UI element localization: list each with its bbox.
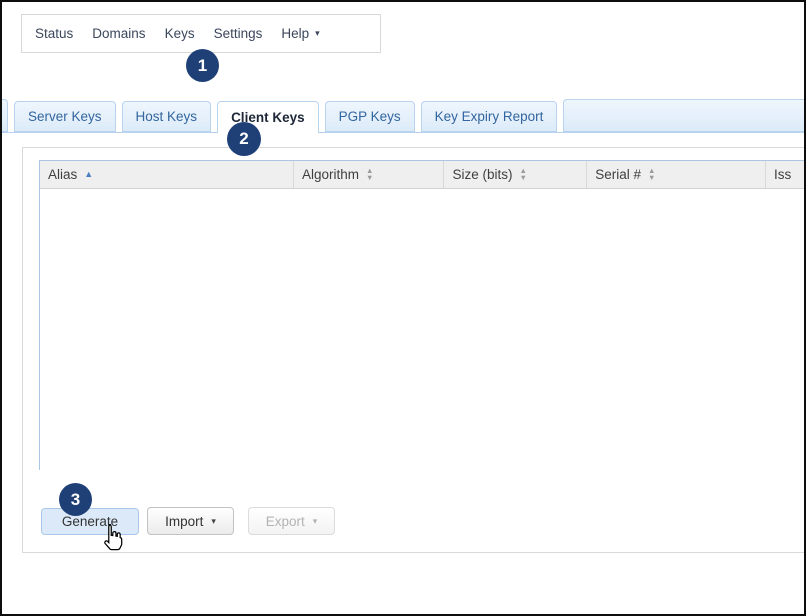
tab-label: Host Keys <box>136 109 198 124</box>
client-keys-table: Alias ▲ Algorithm ▲ ▼ Size (bits) ▲ ▼ <box>39 160 806 470</box>
column-header-serial[interactable]: Serial # ▲ ▼ <box>587 161 766 188</box>
table-header-row: Alias ▲ Algorithm ▲ ▼ Size (bits) ▲ ▼ <box>40 161 806 189</box>
import-button[interactable]: Import ▾ <box>147 507 234 535</box>
column-header-size-bits[interactable]: Size (bits) ▲ ▼ <box>444 161 587 188</box>
button-label: Import <box>165 514 203 529</box>
column-header-alias[interactable]: Alias ▲ <box>40 161 294 188</box>
tabbar-right-filler <box>563 99 804 132</box>
tab-server-keys[interactable]: Server Keys <box>14 101 116 132</box>
menu-item-label: Domains <box>92 26 145 41</box>
column-label: Alias <box>48 167 77 182</box>
main-menubar: Status Domains Keys Settings Help ▾ <box>21 14 381 53</box>
tabbar-left-filler <box>2 99 8 132</box>
menu-item-status[interactable]: Status <box>35 26 73 41</box>
column-label: Serial # <box>595 167 641 182</box>
sort-both-icon: ▲ ▼ <box>648 168 655 181</box>
menu-item-domains[interactable]: Domains <box>92 26 145 41</box>
step-badge-2: 2 <box>227 122 261 156</box>
tab-label: Key Expiry Report <box>435 109 544 124</box>
menu-item-settings[interactable]: Settings <box>214 26 263 41</box>
sort-both-icon: ▲ ▼ <box>520 168 527 181</box>
tab-key-expiry-report[interactable]: Key Expiry Report <box>421 101 558 132</box>
tab-label: PGP Keys <box>339 109 401 124</box>
menu-item-keys[interactable]: Keys <box>165 26 195 41</box>
column-label: Iss <box>774 167 791 182</box>
menu-item-label: Status <box>35 26 73 41</box>
table-body-empty <box>40 189 806 470</box>
menu-item-help[interactable]: Help ▾ <box>281 26 319 41</box>
app-window: Status Domains Keys Settings Help ▾ 1 Se… <box>0 0 806 616</box>
sort-ascending-icon: ▲ <box>84 170 93 179</box>
tab-pgp-keys[interactable]: PGP Keys <box>325 101 415 132</box>
menu-item-label: Settings <box>214 26 263 41</box>
button-label: Export <box>266 514 305 529</box>
column-label: Algorithm <box>302 167 359 182</box>
column-label: Size (bits) <box>452 167 512 182</box>
export-button-disabled: Export ▾ <box>248 507 335 535</box>
caret-down-icon: ▾ <box>315 29 320 38</box>
menu-item-label: Keys <box>165 26 195 41</box>
client-keys-panel: Alias ▲ Algorithm ▲ ▼ Size (bits) ▲ ▼ <box>22 147 806 553</box>
step-badge-3: 3 <box>59 483 92 516</box>
hand-pointer-cursor-icon <box>101 523 124 557</box>
tab-host-keys[interactable]: Host Keys <box>122 101 212 132</box>
key-type-tabbar: Server Keys Host Keys Client Keys PGP Ke… <box>2 98 804 133</box>
step-badge-1: 1 <box>186 49 219 82</box>
sort-down-glyph: ▼ <box>520 175 527 182</box>
sort-down-glyph: ▼ <box>648 175 655 182</box>
menu-item-label: Help <box>281 26 309 41</box>
sort-down-glyph: ▼ <box>366 175 373 182</box>
caret-down-icon: ▾ <box>313 517 318 526</box>
tab-label: Server Keys <box>28 109 102 124</box>
caret-down-icon: ▾ <box>211 517 216 526</box>
column-header-algorithm[interactable]: Algorithm ▲ ▼ <box>294 161 445 188</box>
generate-button[interactable]: Generate <box>41 508 139 535</box>
column-header-issuer-clipped[interactable]: Iss <box>766 161 806 188</box>
sort-both-icon: ▲ ▼ <box>366 168 373 181</box>
